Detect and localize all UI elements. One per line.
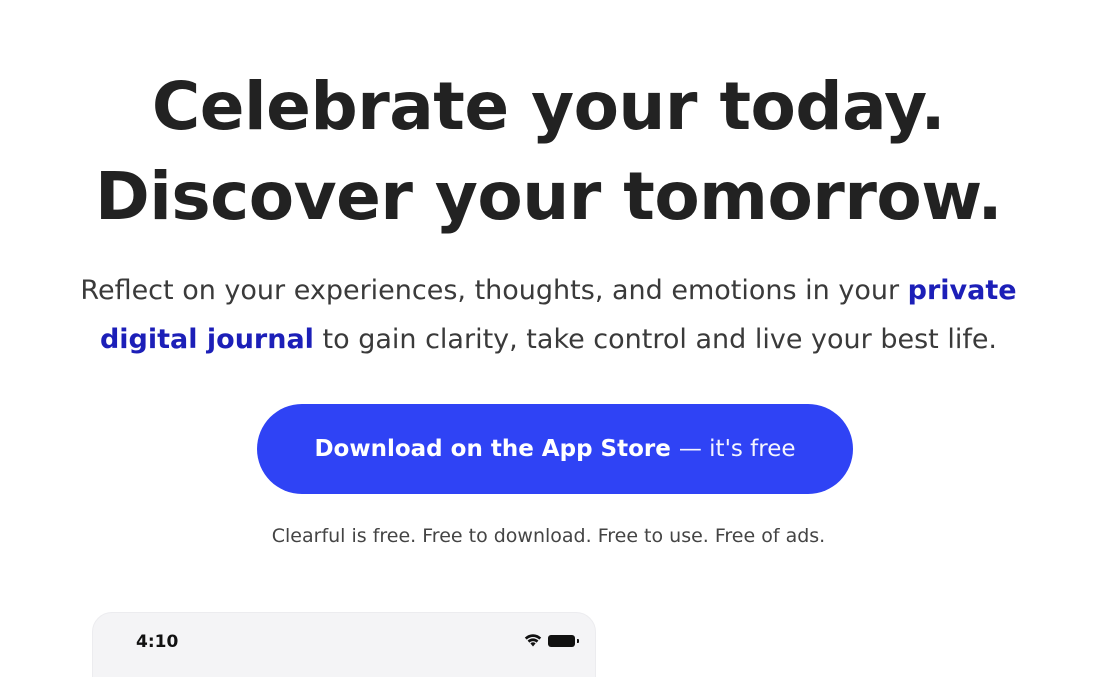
headline-line-2: Discover your tomorrow. (94, 158, 1003, 235)
free-note: Clearful is free. Free to download. Free… (271, 525, 826, 547)
status-bar-time: 4:10 (136, 632, 179, 652)
subhead-text-start: Reflect on your experiences, thoughts, a… (80, 275, 908, 306)
landing-page: Celebrate your today. Discover your tomo… (0, 0, 1097, 677)
phone-preview: 4:10 (92, 612, 596, 677)
subhead-text-end: to gain clarity, take control and live y… (313, 324, 998, 355)
cta-label-strong: Download on the App Store (314, 436, 671, 462)
status-bar-icons (524, 634, 579, 647)
headline-line-1: Celebrate your today. (151, 68, 946, 145)
hero-subheading: Reflect on your experiences, thoughts, a… (60, 266, 1037, 364)
battery-icon (548, 634, 579, 647)
download-app-store-button[interactable]: Download on the App Store — it's free (257, 404, 853, 494)
wifi-icon (524, 634, 542, 647)
hero-headline: Celebrate your today. Discover your tomo… (0, 62, 1097, 242)
cta-label-light: — it's free (678, 436, 796, 462)
